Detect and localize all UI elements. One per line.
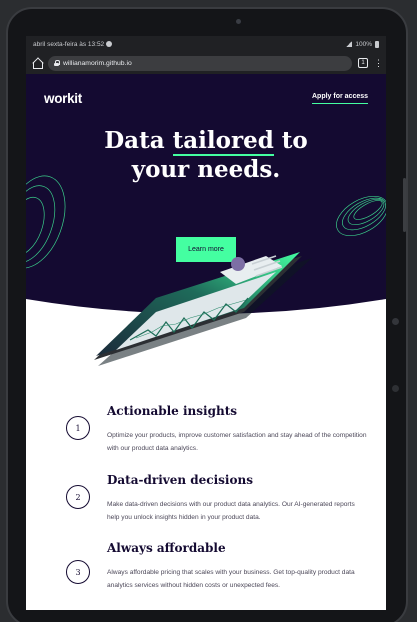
browser-toolbar: willianamorim.github.io 1 ⋮ — [26, 52, 386, 74]
web-page: workit Apply for access Data tailored to… — [26, 74, 386, 610]
browser-menu-icon[interactable]: ⋮ — [374, 58, 383, 68]
hero-title-part2: to — [273, 127, 308, 154]
hero-title-line2: your needs. — [131, 156, 281, 183]
feature-description: Make data-driven decisions with our prod… — [107, 501, 355, 521]
url-text[interactable]: willianamorim.github.io — [63, 60, 132, 67]
side-sensor-2 — [392, 385, 399, 392]
feature-number-badge: 1 — [66, 416, 90, 440]
feature-title: Data-driven decisions — [107, 473, 253, 487]
notification-icon — [106, 41, 113, 47]
feature-number-badge: 2 — [66, 485, 90, 509]
side-button — [403, 178, 406, 232]
phone-mockup-illustration — [94, 252, 312, 366]
feature-description: Optimize your products, improve customer… — [107, 432, 367, 452]
side-sensor — [392, 318, 399, 325]
lock-icon[interactable] — [54, 60, 60, 66]
apply-for-access-link[interactable]: Apply for access — [312, 93, 369, 104]
battery-level: 100% — [355, 40, 372, 48]
front-camera — [236, 19, 241, 24]
feature-title: Always affordable — [107, 541, 226, 555]
feature-title: Actionable insights — [107, 404, 237, 418]
home-icon[interactable] — [32, 58, 43, 69]
hero-title: Data tailored to your needs. — [26, 126, 386, 184]
workit-logo[interactable]: workit — [44, 91, 82, 106]
feature-number-badge: 3 — [66, 560, 90, 584]
status-time: abril sexta-feira às 13:52 — [33, 40, 105, 48]
status-bar: abril sexta-feira às 13:52 100% — [26, 36, 386, 52]
hero-title-part1: Data — [104, 127, 173, 154]
tab-switcher-button[interactable]: 1 — [358, 58, 368, 68]
feature-description: Always affordable pricing that scales wi… — [107, 569, 355, 589]
hero-title-underlined: tailored — [172, 127, 274, 156]
signal-icon — [346, 41, 353, 47]
device-screen: abril sexta-feira às 13:52 100% williana… — [26, 36, 386, 610]
battery-icon — [375, 40, 379, 48]
address-bar[interactable]: willianamorim.github.io — [48, 55, 352, 71]
